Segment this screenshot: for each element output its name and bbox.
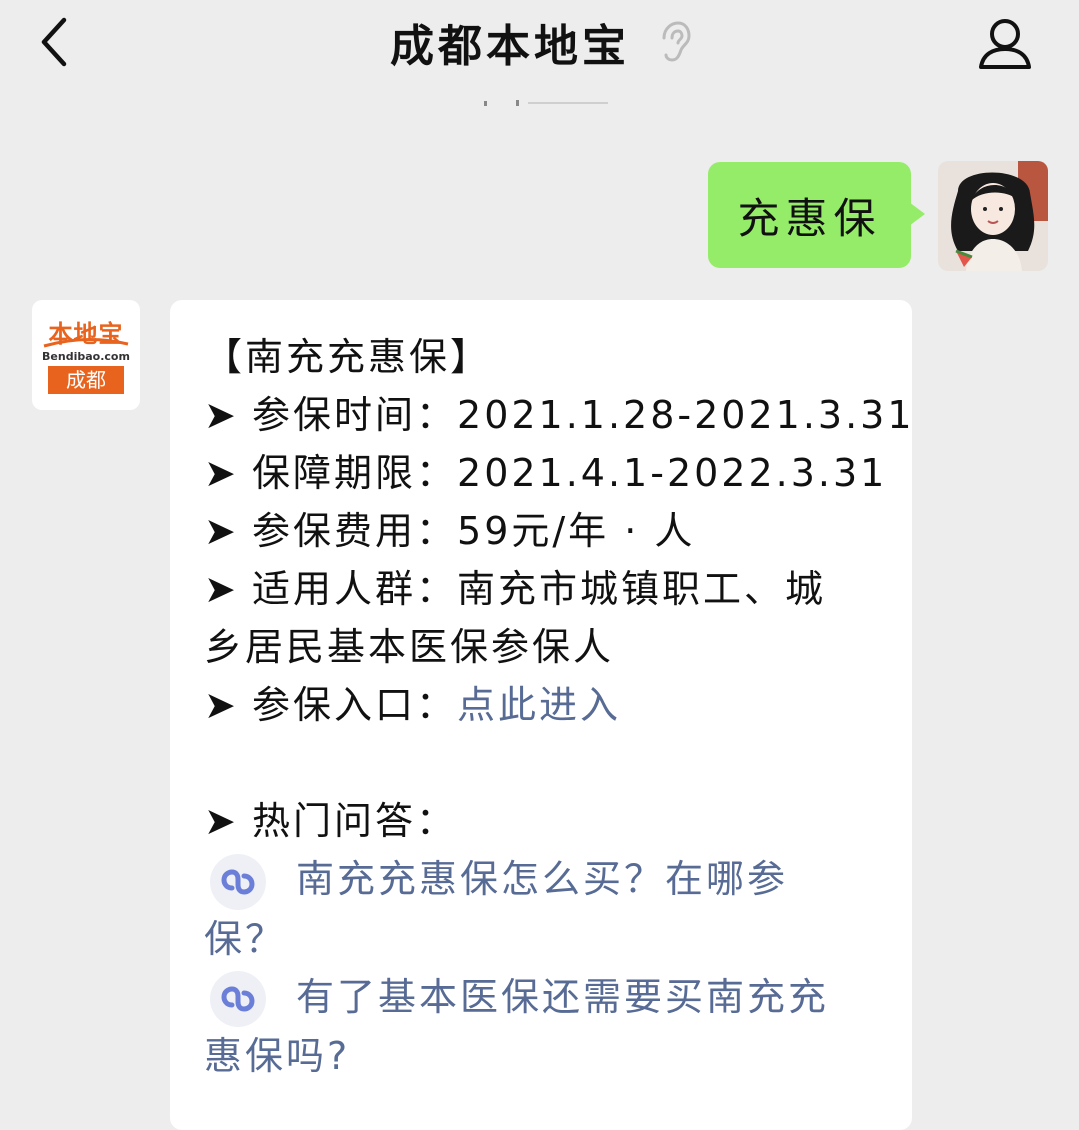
mini-program-link-icon xyxy=(210,853,266,910)
faq-heading: ➤ 热门问答： xyxy=(204,792,894,850)
info-value: 南充市城镇职工、城 xyxy=(457,567,827,611)
faq-text-line2: 惠保吗? xyxy=(204,1034,351,1078)
info-value: 59元/年 · 人 xyxy=(457,509,696,553)
logo-city: 成都 xyxy=(48,366,124,394)
info-row-enroll-time: ➤ 参保时间：2021.1.28-2021.3.31 xyxy=(204,386,912,444)
timestamp-divider xyxy=(484,100,608,106)
enroll-entry-link[interactable]: 点此进入 xyxy=(457,683,621,727)
info-row-eligible: ➤ 适用人群：南充市城镇职工、城 xyxy=(204,560,894,618)
mini-program-link-icon xyxy=(210,971,266,1027)
arrow-icon: ➤ xyxy=(204,451,239,495)
faq-line: 有了基本医保还需要买南充充 xyxy=(204,968,894,1027)
info-label: 适用人群： xyxy=(252,567,458,611)
ear-icon xyxy=(662,21,691,62)
logo-site: Bendibao.com xyxy=(42,350,130,363)
message-heading: 【南充充惠保】 xyxy=(204,335,492,379)
chat-title-area: 成都本地宝 xyxy=(390,12,692,72)
faq-text-line1: 南充充惠保怎么买？在哪参 xyxy=(296,857,789,901)
info-value: 2021.1.28-2021.3.31 xyxy=(457,393,912,437)
faq-link-how-to-buy[interactable]: 南充充惠保怎么买？在哪参 保？ xyxy=(204,850,894,968)
user-message-bubble[interactable]: 充惠保 xyxy=(708,162,925,268)
arrow-icon: ➤ xyxy=(204,683,239,727)
top-bar: 成都本地宝 xyxy=(0,0,1079,90)
chevron-left-icon xyxy=(41,17,67,67)
person-icon xyxy=(979,19,1031,69)
bot-message-bubble: 【南充充惠保】 ➤ 参保时间：2021.1.28-2021.3.31 ➤ 保障期限：… xyxy=(170,300,912,1130)
back-button[interactable] xyxy=(34,14,78,70)
arrow-icon: ➤ xyxy=(204,567,239,611)
avatar-illustration xyxy=(938,161,1048,271)
faq-line: 南充充惠保怎么买？在哪参 xyxy=(204,850,894,910)
info-row-eligible-continuation: 乡居民基本医保参保人 xyxy=(204,625,615,669)
arrow-icon: ➤ xyxy=(204,799,239,843)
faq-text-line2: 保？ xyxy=(204,916,287,961)
chat-info-button[interactable] xyxy=(972,14,1036,72)
info-row-fee: ➤ 参保费用：59元/年 · 人 xyxy=(204,502,894,560)
arrow-icon: ➤ xyxy=(204,509,239,553)
faq-heading-label: 热门问答： xyxy=(252,799,458,843)
info-label: 保障期限： xyxy=(252,451,458,495)
chat-title: 成都本地宝 xyxy=(390,21,630,72)
bot-message-content: 【南充充惠保】 ➤ 参保时间：2021.1.28-2021.3.31 ➤ 保障期限：… xyxy=(204,328,912,1086)
logo-swoosh-icon xyxy=(43,338,129,348)
info-label: 参保时间： xyxy=(252,393,458,437)
info-row-coverage-period: ➤ 保障期限：2021.4.1-2022.3.31 xyxy=(204,444,894,502)
user-avatar[interactable] xyxy=(938,161,1048,271)
faq-text-line1: 有了基本医保还需要买南充充 xyxy=(296,974,830,1019)
faq-link-need-to-buy[interactable]: 有了基本医保还需要买南充充 惠保吗? xyxy=(204,968,894,1086)
info-value: 2021.4.1-2022.3.31 xyxy=(457,451,888,495)
info-label: 参保入口： xyxy=(252,683,458,727)
arrow-icon: ➤ xyxy=(204,393,239,437)
info-row-entry: ➤ 参保入口：点此进入 xyxy=(204,676,894,734)
info-label: 参保费用： xyxy=(252,509,458,553)
official-account-avatar[interactable]: 本地宝 Bendibao.com 成都 xyxy=(32,300,140,410)
